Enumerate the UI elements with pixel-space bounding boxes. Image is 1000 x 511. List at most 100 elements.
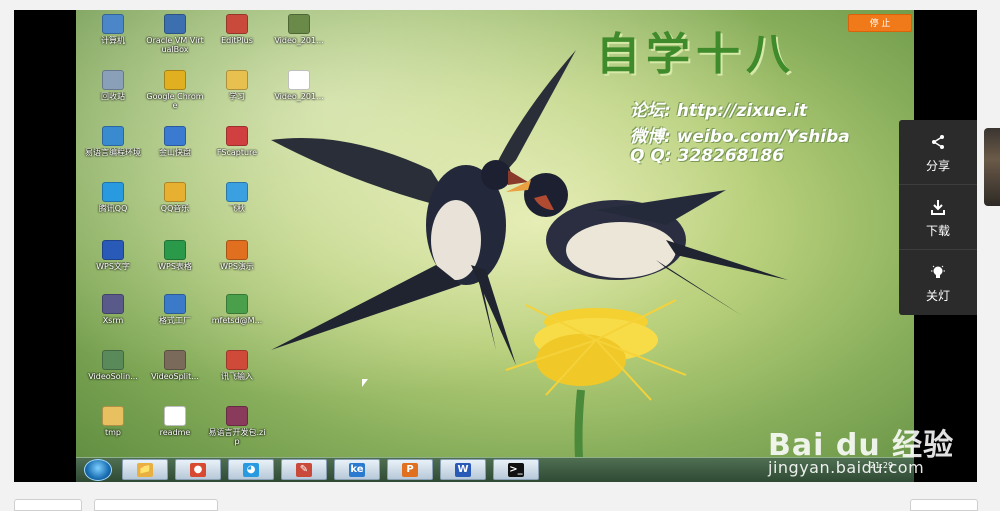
taskbar-button-editplus[interactable]: ✎: [281, 459, 327, 480]
desktop-icon-4[interactable]: 回收站: [82, 70, 144, 122]
wps-present-icon: P: [402, 463, 418, 477]
desktop-icon-6[interactable]: 学习: [206, 70, 268, 122]
cmd-icon: >_: [508, 463, 524, 477]
desktop-icon-16[interactable]: WPS演示: [206, 240, 268, 292]
taskbar-button-explorer[interactable]: 📁: [122, 459, 168, 480]
app-icon: [102, 294, 124, 314]
app-icon: [164, 14, 186, 34]
app-icon: [164, 294, 186, 314]
desktop-icon-13[interactable]: 飞秋: [206, 182, 268, 234]
desktop-icon-18[interactable]: 格式工厂: [144, 294, 206, 346]
desktop-icon-3[interactable]: Video_201...: [268, 14, 330, 66]
desktop-icon-12[interactable]: QQ音乐: [144, 182, 206, 234]
taskbar-button-wps-present[interactable]: P: [387, 459, 433, 480]
desktop-icon-label: Video_201...: [274, 36, 324, 45]
taskbar-button-ke[interactable]: ke: [334, 459, 380, 480]
desktop-icon-label: 金山快盘: [159, 148, 191, 157]
stop-recording-button[interactable]: 停 止: [848, 14, 912, 32]
desktop-icon-label: 易语言编程环境: [85, 148, 141, 157]
desktop-icon-label: 计算机: [101, 36, 125, 45]
desktop-icon-15[interactable]: WPS表格: [144, 240, 206, 292]
share-icon: [932, 135, 944, 149]
desktop-icon-label: 学习: [229, 92, 245, 101]
desktop-icon-0[interactable]: 计算机: [82, 14, 144, 66]
desktop-icon-11[interactable]: 腾讯QQ: [82, 182, 144, 234]
app-icon: [288, 70, 310, 90]
desktop-icon-8[interactable]: 易语言编程环境: [82, 126, 144, 178]
app-icon: [102, 70, 124, 90]
desktop-icon-label: Google Chrome: [146, 92, 204, 110]
taskbar-button-chrome[interactable]: ●: [175, 459, 221, 480]
desktop-icon-21[interactable]: VideoSplit...: [144, 350, 206, 402]
bottom-tab-left[interactable]: [14, 499, 82, 511]
desktop-icon-label: WPS文字: [96, 262, 130, 271]
chrome-icon: ●: [190, 463, 206, 477]
download-button[interactable]: 下载: [899, 185, 977, 250]
desktop-icon-label: Oracle VM VirtualBox: [146, 36, 204, 54]
app-icon: [164, 70, 186, 90]
desktop-icon-14[interactable]: WPS文字: [82, 240, 144, 292]
download-label: 下载: [925, 224, 950, 238]
baidu-jingyan-watermark: Bai du 经验 jingyan.baidu.com: [768, 400, 958, 480]
qq-icon: ◕: [243, 463, 259, 477]
author-avatar-thumbnail[interactable]: [984, 128, 1000, 206]
app-icon: [102, 350, 124, 370]
desktop-icon-19[interactable]: mfetsd@M...: [206, 294, 268, 346]
desktop-icon-label: VideoSolin...: [88, 372, 138, 381]
app-icon: [226, 126, 248, 146]
app-icon: [226, 406, 248, 426]
desktop-icon-1[interactable]: Oracle VM VirtualBox: [144, 14, 206, 66]
lightbulb-icon: [931, 265, 945, 278]
desktop-icon-label: tmp: [104, 428, 121, 437]
desktop-icon-label: EditPlus: [221, 36, 253, 45]
desktop-icon-label: 飞秋: [229, 204, 245, 213]
app-icon: [102, 182, 124, 202]
app-icon: [102, 240, 124, 260]
app-icon: [164, 126, 186, 146]
app-icon: [226, 14, 248, 34]
desktop-icon-10[interactable]: FScapture: [206, 126, 268, 178]
ke-icon: ke: [349, 463, 365, 477]
desktop-icon-7[interactable]: Video_201...: [268, 70, 330, 122]
taskbar-button-cmd[interactable]: >_: [493, 459, 539, 480]
forum-url-text: 论坛: http://zixue.it: [630, 101, 808, 121]
desktop-icon-20[interactable]: VideoSolin...: [82, 350, 144, 402]
editplus-icon: ✎: [296, 463, 312, 477]
app-icon: [102, 14, 124, 34]
desktop-icon-label: WPS表格: [158, 262, 192, 271]
desktop-icon-23[interactable]: tmp: [82, 406, 144, 458]
desktop-icon-label: VideoSplit...: [151, 372, 199, 381]
app-icon: [164, 406, 186, 426]
taskbar-button-qq[interactable]: ◕: [228, 459, 274, 480]
desktop-icon-label: 回收站: [101, 92, 125, 101]
app-icon: [164, 182, 186, 202]
taskbar-button-wps-writer[interactable]: W: [440, 459, 486, 480]
lights-off-button[interactable]: 关灯: [899, 250, 977, 315]
app-icon: [226, 350, 248, 370]
desktop-icon-17[interactable]: Xsrm: [82, 294, 144, 346]
mouse-pointer-icon: [362, 379, 368, 387]
bottom-tab-right[interactable]: [910, 499, 978, 511]
desktop-icon-2[interactable]: EditPlus: [206, 14, 268, 66]
desktop-icon-label: readme: [159, 428, 191, 437]
app-icon: [102, 406, 124, 426]
desktop-icon-24[interactable]: readme: [144, 406, 206, 458]
app-icon: [288, 14, 310, 34]
download-icon: [931, 200, 945, 215]
watermark-url: jingyan.baidu.com: [768, 458, 925, 477]
start-menu-icon[interactable]: [84, 459, 112, 481]
share-button[interactable]: 分享: [899, 120, 977, 185]
desktop-icon-25[interactable]: 易语言开发包.zip: [206, 406, 268, 458]
desktop-icon-label: QQ音乐: [160, 204, 190, 213]
app-icon: [226, 294, 248, 314]
desktop-icon-5[interactable]: Google Chrome: [144, 70, 206, 122]
app-icon: [226, 240, 248, 260]
wps-writer-icon: W: [455, 463, 471, 477]
desktop-icon-9[interactable]: 金山快盘: [144, 126, 206, 178]
lights-off-label: 关灯: [925, 289, 950, 303]
desktop-icon-22[interactable]: 讯飞输入: [206, 350, 268, 402]
side-action-panel: 分享 下载 关灯: [899, 120, 977, 315]
desktop-icon-label: Xsrm: [102, 316, 124, 325]
bottom-tab-middle[interactable]: [94, 499, 218, 511]
weibo-url-text: 微博: weibo.com/Yshiba: [630, 127, 850, 147]
